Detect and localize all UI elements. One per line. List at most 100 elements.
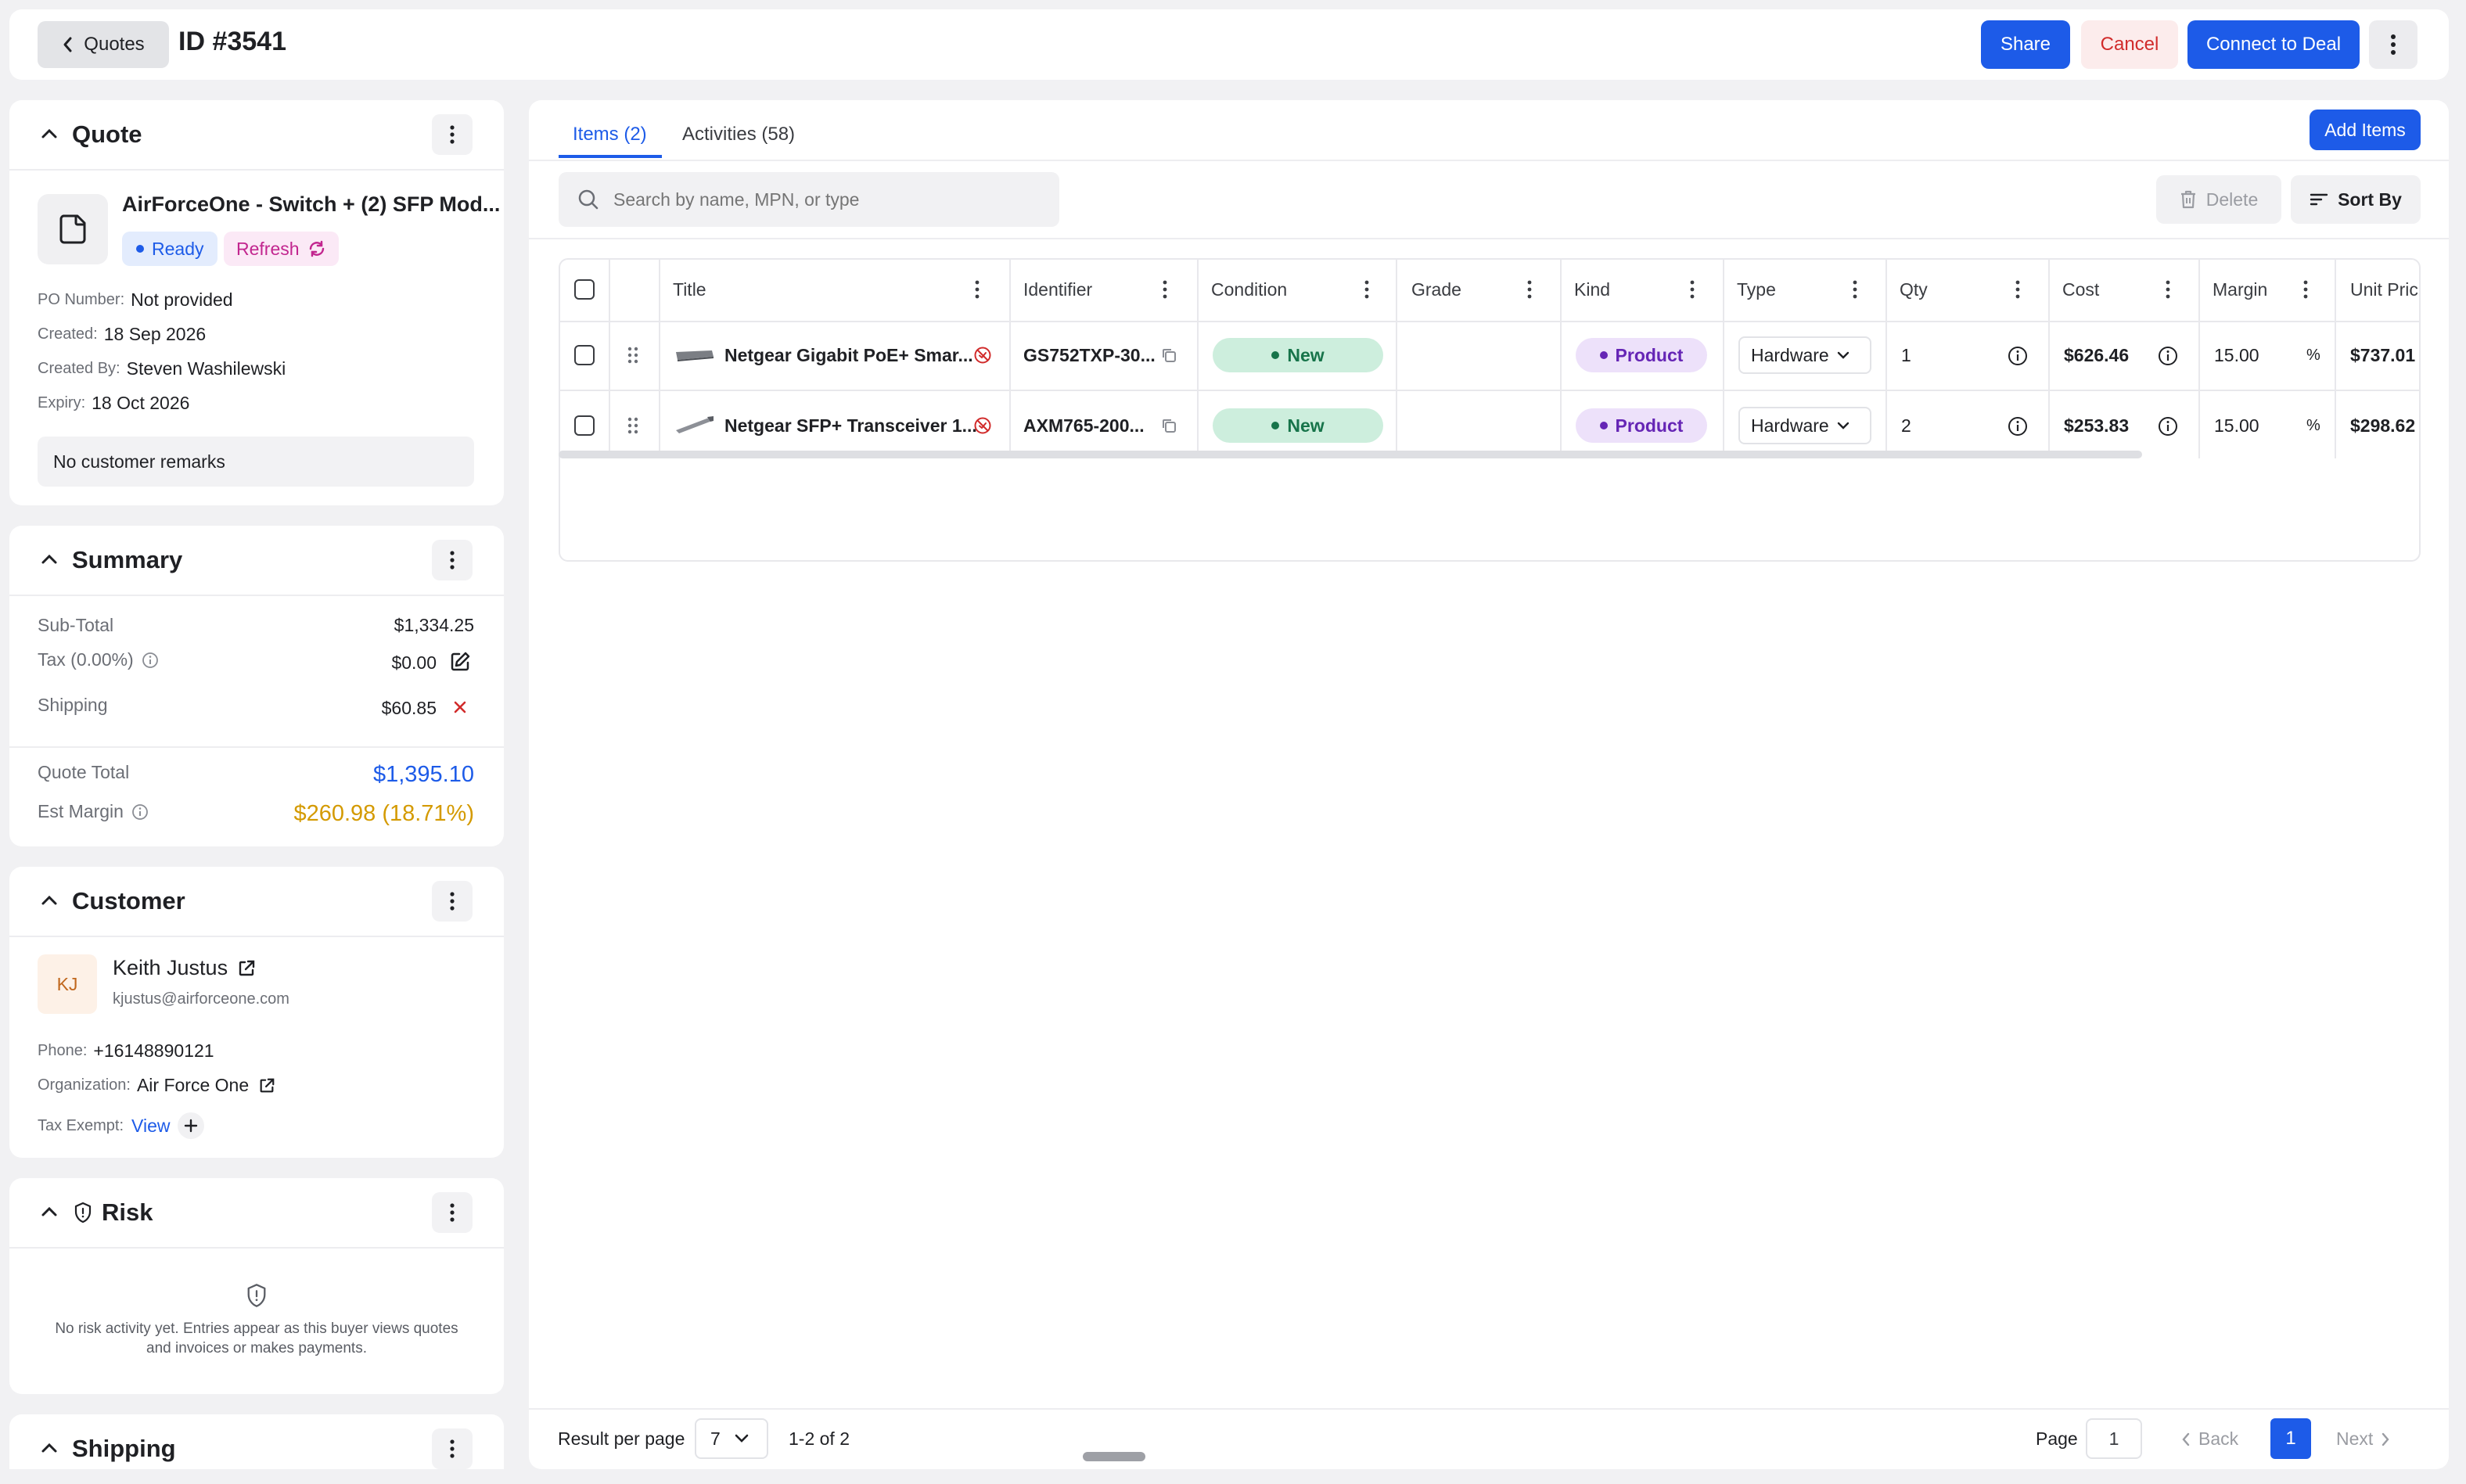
avatar-initials: KJ [56, 973, 78, 994]
column-menu-icon[interactable] [1163, 280, 1167, 303]
warning-icon[interactable] [973, 346, 992, 368]
row-margin[interactable]: 15.00 [2214, 338, 2259, 372]
phone-value: +16148890121 [93, 1040, 214, 1061]
shipping-menu-button[interactable] [432, 1428, 473, 1469]
customer-menu-button[interactable] [432, 881, 473, 922]
document-icon [38, 194, 108, 264]
shipping-label: Shipping [38, 695, 108, 715]
created-label: Created: [38, 325, 98, 343]
risk-section-title: Risk [102, 1198, 153, 1226]
row-qty[interactable]: 1 [1901, 338, 1911, 372]
collapse-chevron-icon[interactable] [41, 1206, 58, 1221]
quote-menu-button[interactable] [432, 114, 473, 155]
column-header-title[interactable]: Title [673, 258, 1001, 321]
kind-badge: Product [1576, 338, 1707, 372]
collapse-chevron-icon[interactable] [41, 128, 58, 143]
row-margin[interactable]: 15.00 [2214, 408, 2259, 443]
result-range: 1-2 of 2 [789, 1428, 850, 1449]
column-header-margin[interactable]: Margin [2213, 258, 2330, 321]
po-number-row: PO Number: Not provided [38, 289, 233, 311]
row-checkbox[interactable] [574, 345, 595, 365]
created-value: 18 Sep 2026 [103, 324, 207, 344]
drag-handle-icon[interactable] [627, 416, 638, 439]
current-page-button[interactable]: 1 [2270, 1418, 2311, 1459]
customer-name-link[interactable]: Keith Justus [113, 956, 256, 980]
product-thumbnail [673, 347, 715, 367]
summary-menu-button[interactable] [432, 540, 473, 580]
chevron-down-icon [1837, 351, 1850, 359]
column-divider [2198, 258, 2200, 458]
column-divider [659, 258, 660, 458]
warning-icon[interactable] [973, 416, 992, 439]
column-menu-icon[interactable] [2166, 280, 2170, 303]
back-to-quotes-button[interactable]: Quotes [38, 21, 169, 68]
type-select[interactable]: Hardware [1738, 336, 1871, 374]
type-value: Hardware [1751, 415, 1829, 436]
column-menu-icon[interactable] [1527, 280, 1532, 303]
column-menu-icon[interactable] [975, 280, 980, 303]
quote-total-label: Quote Total [38, 762, 130, 782]
row-checkbox[interactable] [574, 415, 595, 436]
column-menu-icon[interactable] [2015, 280, 2020, 303]
info-icon[interactable] [131, 803, 149, 821]
collapse-chevron-icon[interactable] [41, 554, 58, 569]
column-header-condition[interactable]: Condition [1211, 258, 1383, 321]
horizontal-scroll-handle[interactable] [1083, 1452, 1145, 1461]
kind-dot-icon [1599, 422, 1608, 429]
info-icon[interactable] [2008, 346, 2028, 370]
quote-name: AirForceOne - Switch + (2) SFP Mod... [122, 192, 501, 216]
column-menu-icon[interactable] [1364, 280, 1369, 303]
table-horizontal-scrollbar[interactable] [559, 451, 2142, 458]
select-all-checkbox[interactable] [574, 279, 595, 300]
copy-icon[interactable] [1161, 418, 1177, 437]
status-badge: Ready [122, 232, 218, 266]
tax-label: Tax (0.00%) [38, 649, 134, 670]
column-identifier-label: Identifier [1023, 278, 1093, 300]
info-icon[interactable] [142, 652, 159, 669]
info-icon[interactable] [2008, 416, 2028, 440]
back-label: Back [2198, 1428, 2239, 1449]
chevron-left-icon [2181, 1432, 2191, 1446]
divider [9, 169, 504, 171]
previous-page-button[interactable]: Back [2181, 1428, 2238, 1450]
edit-icon[interactable] [449, 651, 471, 677]
column-header-unit-price[interactable]: Unit Pric [2350, 258, 2421, 321]
info-icon[interactable] [2158, 346, 2178, 370]
customer-panel: Customer KJ Keith Justus kjustus@airforc… [9, 867, 504, 1158]
drag-handle-icon[interactable] [627, 346, 638, 368]
page-number-input[interactable] [2086, 1418, 2142, 1459]
row-title[interactable]: Netgear SFP+ Transceiver 1... [724, 408, 977, 443]
items-table-grid: Title Identifier Condition Grade Kind Ty… [559, 0, 2421, 1484]
expiry-label: Expiry: [38, 394, 86, 411]
tax-exempt-view-link[interactable]: View [131, 1116, 170, 1137]
organization-value[interactable]: Air Force One [137, 1075, 249, 1096]
row-qty[interactable]: 2 [1901, 408, 1911, 443]
row-identifier: GS752TXP-30... [1023, 344, 1156, 365]
tax-row: Tax (0.00%) [38, 649, 159, 670]
copy-icon[interactable] [1161, 347, 1177, 367]
type-select[interactable]: Hardware [1738, 407, 1871, 444]
external-link-icon[interactable] [258, 1077, 275, 1094]
row-unit-price: $298.62 [2350, 415, 2416, 436]
per-page-select[interactable]: 7 [695, 1418, 768, 1459]
collapse-chevron-icon[interactable] [41, 1443, 58, 1457]
next-label: Next [2336, 1428, 2374, 1449]
kind-dot-icon [1599, 351, 1608, 359]
summary-panel: Summary Sub-Total $1,334.25 Tax (0.00%) … [9, 526, 504, 846]
collapse-chevron-icon[interactable] [41, 895, 58, 910]
risk-menu-button[interactable] [432, 1192, 473, 1233]
next-page-button[interactable]: Next [2336, 1428, 2390, 1450]
risk-empty-message: No risk activity yet. Entries appear as … [9, 1319, 504, 1358]
row-title[interactable]: Netgear Gigabit PoE+ Smar... [724, 338, 973, 372]
refresh-button[interactable]: Refresh [224, 232, 339, 266]
column-menu-icon[interactable] [1690, 280, 1695, 303]
column-menu-icon[interactable] [2303, 280, 2308, 303]
remove-shipping-icon[interactable] [452, 699, 468, 719]
column-menu-icon[interactable] [1853, 280, 1857, 303]
back-button-label: Quotes [84, 34, 145, 55]
column-divider [1723, 258, 1724, 458]
row-unit-price: $737.01 [2350, 344, 2416, 365]
plus-icon[interactable] [178, 1112, 205, 1139]
info-icon[interactable] [2158, 416, 2178, 440]
shield-icon [246, 1283, 268, 1312]
